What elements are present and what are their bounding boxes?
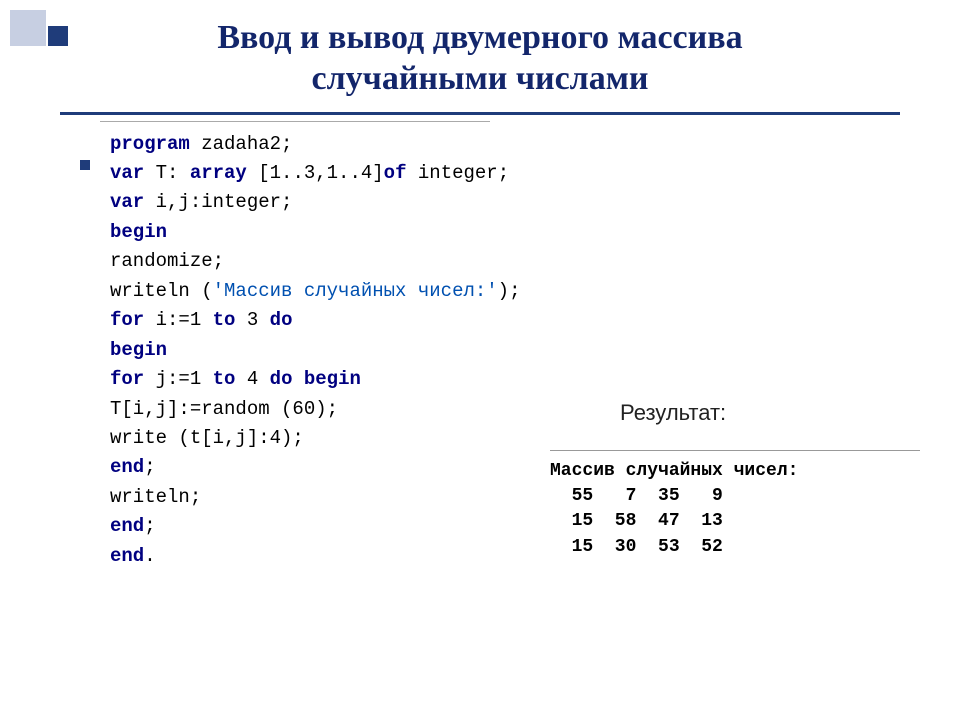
kw-var-2: var [110,191,144,213]
corner-decoration [10,10,68,46]
result-output: Массив случайных чисел: 55 7 35 9 15 58 … [550,459,920,560]
kw-program: program [110,133,190,155]
title-line-1: Ввод и вывод двумерного массива [217,19,742,56]
kw-for-2: for [110,368,144,390]
result-rule [550,450,920,451]
result-label: Результат: [620,400,726,426]
title-rule [60,112,900,115]
bullet-icon [80,160,90,170]
kw-to-2: to [213,368,236,390]
kw-end: end [110,456,144,478]
kw-end-3: end [110,545,144,567]
string-literal: 'Массив случайных чисел:' [213,280,498,302]
title-line-2: случайными числами [312,60,649,97]
kw-do: do [270,309,293,331]
kw-begin-2: begin [110,339,167,361]
kw-var: var [110,162,144,184]
kw-array: array [190,162,247,184]
slide-title: Ввод и вывод двумерного массива случайны… [0,0,960,100]
kw-begin: begin [110,221,167,243]
kw-of: of [384,162,407,184]
kw-for: for [110,309,144,331]
result-header: Массив случайных чисел: [550,461,798,481]
kw-do-begin: do begin [270,368,361,390]
result-block: Массив случайных чисел: 55 7 35 9 15 58 … [550,450,920,560]
kw-end-2: end [110,515,144,537]
kw-to: to [213,309,236,331]
